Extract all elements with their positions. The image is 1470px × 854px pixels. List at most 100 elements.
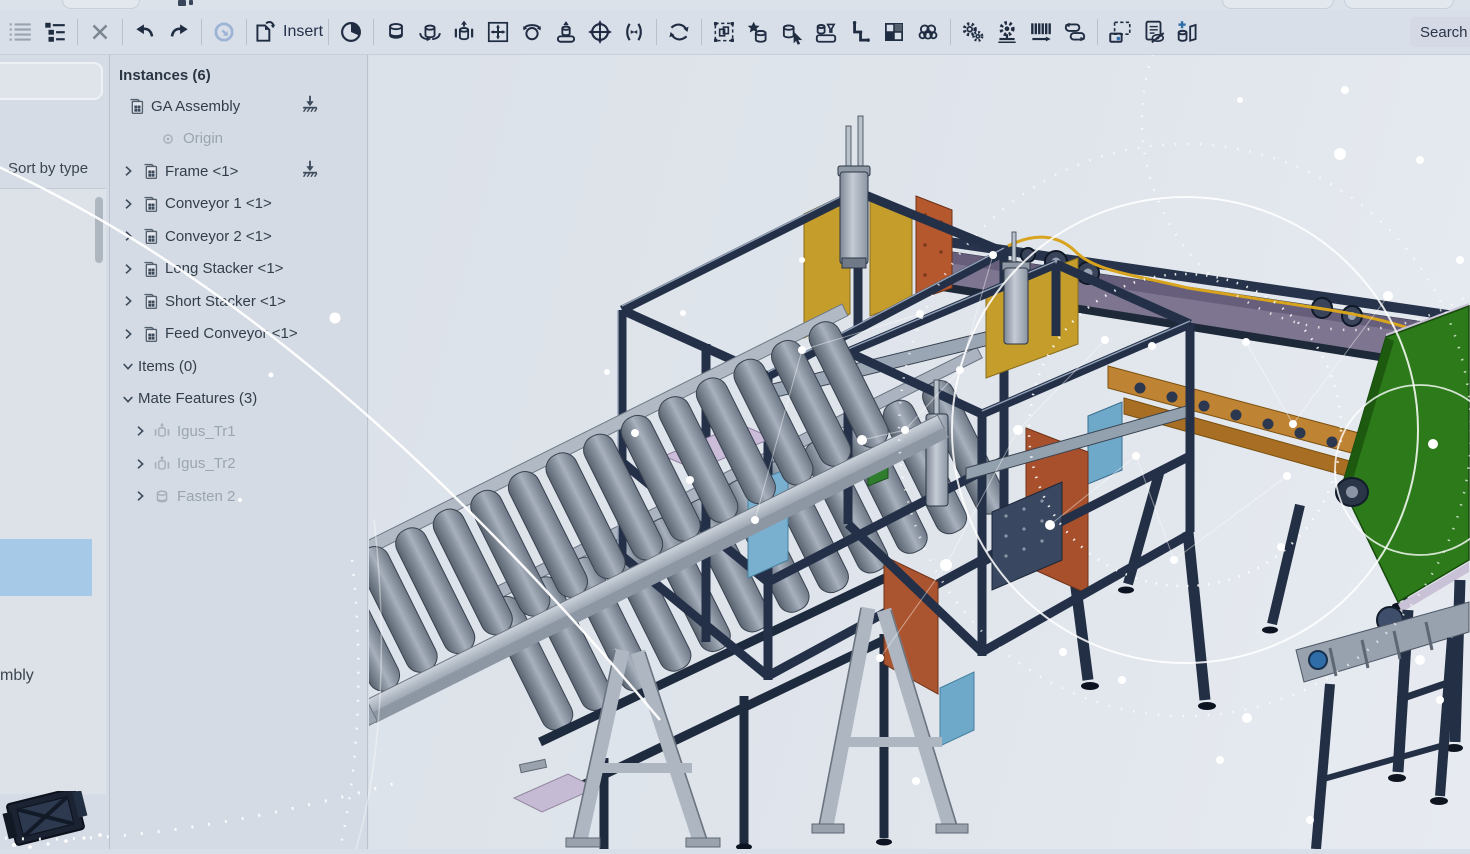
insert-item-icon[interactable] <box>1171 14 1205 50</box>
chevron-right-icon[interactable] <box>118 196 138 212</box>
replicate-icon[interactable] <box>741 14 775 50</box>
dialog-list-area: mbly <box>0 188 106 794</box>
tree-item-short-stacker-1[interactable]: Short Stacker <1> <box>110 285 367 318</box>
redo-icon[interactable] <box>162 14 196 50</box>
tree-item-label: Origin <box>183 130 223 147</box>
insert-button[interactable]: Insert <box>252 14 323 50</box>
tree-item-label: GA Assembly <box>151 98 240 115</box>
tree-item-igus-tr1[interactable]: Igus_Tr1 <box>110 415 367 448</box>
assembly-3d-view[interactable] <box>369 55 1470 849</box>
named-view-icon[interactable] <box>1103 14 1137 50</box>
gear-relation-icon[interactable] <box>956 14 990 50</box>
list-plain-icon[interactable] <box>4 14 38 50</box>
gear-stand-icon[interactable] <box>990 14 1024 50</box>
tree-item-long-stacker-1[interactable]: Long Stacker <1> <box>110 253 367 286</box>
tree-item-label: Feed Conveyor <1> <box>165 325 298 342</box>
chevron-right-icon[interactable] <box>118 293 138 309</box>
close-icon[interactable] <box>83 14 117 50</box>
insert-button-label: Insert <box>283 23 323 41</box>
tab-fragment-left <box>62 0 140 9</box>
tree-item-label: Conveyor 2 <1> <box>165 228 272 245</box>
pin-slot-mate-icon[interactable] <box>549 14 583 50</box>
pattern-parts-icon[interactable] <box>809 14 843 50</box>
tree-item-mate-features-3[interactable]: Mate Features (3) <box>110 383 367 416</box>
tree-item-label: Fasten 2 <box>177 488 235 505</box>
tree-item-igus-tr2[interactable]: Igus_Tr2 <box>110 448 367 481</box>
exploded-view-icon[interactable] <box>877 14 911 50</box>
assembly-doc-icon <box>138 290 162 312</box>
dialog-partial-item-label[interactable]: mbly <box>0 667 34 685</box>
undo-icon[interactable] <box>128 14 162 50</box>
rack-pinion-icon[interactable] <box>1024 14 1058 50</box>
tree-item-fasten-2[interactable]: Fasten 2 <box>110 480 367 513</box>
toolbar-separator <box>950 19 951 45</box>
assembly-doc-icon <box>138 258 162 280</box>
pattern-mirror-icon[interactable] <box>843 14 877 50</box>
tree-item-label: Frame <1> <box>165 163 238 180</box>
tree-item-frame-1[interactable]: Frame <1> <box>110 155 367 188</box>
rotate-tool-icon[interactable] <box>662 14 696 50</box>
tree-item-origin[interactable]: Origin <box>110 123 367 156</box>
planar-mate-icon[interactable] <box>481 14 515 50</box>
fastened-mate-small-icon <box>150 485 174 507</box>
ball-mate-icon[interactable] <box>515 14 549 50</box>
chevron-right-icon[interactable] <box>118 261 138 277</box>
dialog-scrollbar[interactable] <box>95 197 103 263</box>
tree-item-label: Short Stacker <1> <box>165 293 286 310</box>
tree-item-conveyor-2-1[interactable]: Conveyor 2 <1> <box>110 220 367 253</box>
transform-icon[interactable] <box>775 14 809 50</box>
fastened-mate-icon[interactable] <box>379 14 413 50</box>
instances-header: Instances (6) <box>110 64 367 90</box>
toolbar-separator <box>201 19 202 45</box>
chevron-right-icon[interactable] <box>118 228 138 244</box>
sync-icon[interactable] <box>207 14 241 50</box>
belt-relation-icon[interactable] <box>1058 14 1092 50</box>
history-icon[interactable] <box>334 14 368 50</box>
chevron-right-icon[interactable] <box>118 163 138 179</box>
tree-item-label: Long Stacker <1> <box>165 260 283 277</box>
chevron-right-icon[interactable] <box>118 326 138 342</box>
slider-mate-icon[interactable] <box>447 14 481 50</box>
assembly-toolbar: Insert <box>0 10 1470 55</box>
tangent-mate-icon[interactable] <box>617 14 651 50</box>
chevron-down-icon[interactable] <box>118 391 138 407</box>
origin-icon <box>156 128 180 150</box>
tab-fragment-right-2 <box>1344 0 1454 9</box>
assembly-doc-icon <box>138 225 162 247</box>
chevron-right-icon[interactable] <box>130 423 150 439</box>
cylindrical-mate-icon[interactable] <box>583 14 617 50</box>
toolbar-separator <box>328 19 329 45</box>
tab-fragment-right-1 <box>1222 0 1334 9</box>
chevron-right-icon[interactable] <box>130 488 150 504</box>
tree-item-conveyor-1-1[interactable]: Conveyor 1 <1> <box>110 188 367 221</box>
assembly-doc-icon <box>138 323 162 345</box>
tree-item-feed-conveyor-1[interactable]: Feed Conveyor <1> <box>110 318 367 351</box>
bottom-right-conveyor <box>1296 602 1469 849</box>
tree-item-ga-assembly[interactable]: GA Assembly <box>110 90 367 123</box>
tree-item-items-0[interactable]: Items (0) <box>110 350 367 383</box>
toolbar-separator <box>246 19 247 45</box>
list-structured-icon[interactable] <box>38 14 72 50</box>
tree-item-label: Items (0) <box>138 358 197 375</box>
top-strip <box>0 0 1470 10</box>
revolute-mate-icon[interactable] <box>413 14 447 50</box>
fixed-ground-icon <box>299 158 321 184</box>
group-select-icon[interactable] <box>707 14 741 50</box>
toolbar-separator <box>373 19 374 45</box>
toolbar-separator <box>77 19 78 45</box>
tree-item-label: Conveyor 1 <1> <box>165 195 272 212</box>
part-thumbnail <box>0 791 108 854</box>
sort-by-type-label[interactable]: Sort by type <box>8 160 88 177</box>
interference-icon[interactable] <box>911 14 945 50</box>
tree-item-label: Igus_Tr2 <box>177 455 236 472</box>
left-cropped-dialog: Sort by type mbly <box>0 55 110 849</box>
instances-panel: Instances (6) GA Assembly Origin Frame <1>… <box>110 55 368 849</box>
chevron-down-icon[interactable] <box>118 358 138 374</box>
dialog-selected-row[interactable] <box>0 539 92 596</box>
search-input[interactable] <box>1410 17 1470 47</box>
tree-item-label: Igus_Tr1 <box>177 423 236 440</box>
dialog-search-field[interactable] <box>0 62 103 100</box>
bom-table-icon[interactable] <box>1137 14 1171 50</box>
assembly-model <box>369 55 1470 849</box>
chevron-right-icon[interactable] <box>130 456 150 472</box>
